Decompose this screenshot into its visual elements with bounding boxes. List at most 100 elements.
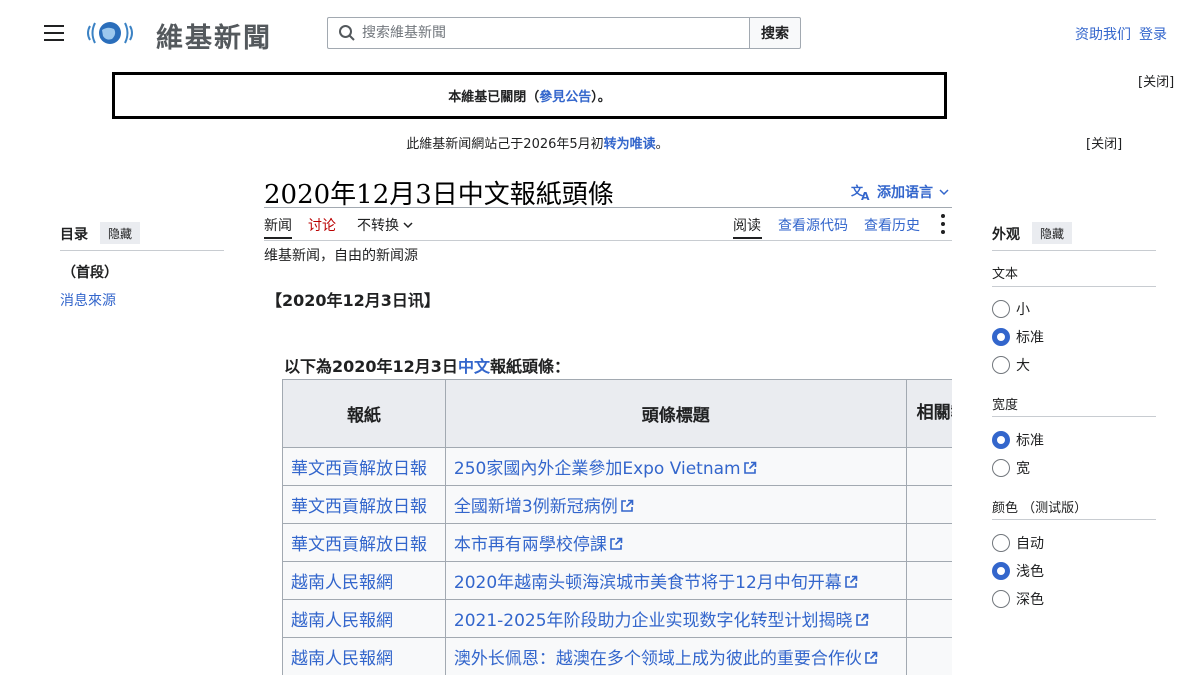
cell-related bbox=[905, 447, 952, 486]
width-radio-0[interactable]: 标准 bbox=[992, 430, 1044, 450]
external-link-icon bbox=[610, 537, 623, 550]
headline-link[interactable]: 2021-2025年阶段助力企业实现数字化转型计划揭晓 bbox=[454, 611, 869, 631]
headline-text: 2021-2025年阶段助力企业实现数字化转型计划揭晓 bbox=[453, 611, 853, 631]
tab-read[interactable]: 阅读 bbox=[733, 215, 761, 235]
appearance-heading: 外观 bbox=[992, 227, 1020, 243]
newspaper-link[interactable]: 越南人民報網 bbox=[291, 573, 393, 593]
wikinews-logo-icon[interactable] bbox=[84, 14, 136, 52]
newspaper-link[interactable]: 華文西貢解放日報 bbox=[291, 535, 427, 555]
text-size-radio-0[interactable]: 小 bbox=[992, 299, 1030, 319]
cell-related bbox=[905, 637, 952, 675]
cell-headline: 本市再有兩學校停課 bbox=[444, 523, 907, 562]
cell-headline: 澳外长佩恩：越澳在多个领域上成为彼此的重要合作伙 bbox=[444, 637, 907, 675]
cell-headline: 250家國內外企業參加Expo Vietnam bbox=[444, 447, 907, 486]
cell-newspaper: 華文西貢解放日報 bbox=[282, 447, 446, 486]
newspaper-link[interactable]: 華文西貢解放日報 bbox=[291, 459, 427, 479]
radio-circle[interactable] bbox=[992, 431, 1010, 449]
variant-dropdown[interactable]: 不转换 bbox=[357, 215, 413, 235]
toc-item-top[interactable]: （首段） bbox=[62, 262, 118, 282]
headline-text: 澳外长佩恩：越澳在多个领域上成为彼此的重要合作伙 bbox=[453, 649, 862, 669]
tab-talk[interactable]: 讨论 bbox=[308, 215, 336, 235]
donate-link[interactable]: 资助我们 bbox=[1075, 24, 1131, 44]
headline-text: 本市再有兩學校停課 bbox=[453, 535, 607, 555]
add-language-button[interactable]: 文 A 添加语言 bbox=[851, 182, 949, 202]
site-tagline: 维基新闻，自由的新闻源 bbox=[264, 248, 418, 264]
text-size-radio-1[interactable]: 标准 bbox=[992, 327, 1044, 347]
readonly-link[interactable]: 转为唯读 bbox=[604, 137, 656, 152]
radio-label: 标准 bbox=[1016, 330, 1044, 346]
headlines-table-container: 報紙 頭條標題 相關報導 華文西貢解放日報 250家國內外企業參加Expo Vie… bbox=[282, 379, 952, 675]
table-row: 越南人民報網 2021-2025年阶段助力企业实现数字化转型计划揭晓 bbox=[282, 599, 952, 638]
intro-chinese-link[interactable]: 中文 bbox=[458, 357, 490, 376]
headline-text: 全國新增3例新冠病例 bbox=[453, 497, 618, 517]
width-label: 宽度 bbox=[992, 398, 1019, 413]
main-menu-button[interactable] bbox=[40, 20, 68, 46]
search-button[interactable]: 搜索 bbox=[749, 17, 801, 49]
toc-hide-button[interactable]: 隐藏 bbox=[100, 222, 140, 244]
header-newspaper: 報紙 bbox=[282, 379, 446, 448]
search-box[interactable] bbox=[327, 17, 750, 49]
closure-dismiss-button[interactable]: [关闭] bbox=[1138, 71, 1174, 90]
closure-announcement-link[interactable]: 參見公告 bbox=[539, 86, 591, 105]
external-link-icon bbox=[620, 499, 634, 512]
cell-newspaper: 華文西貢解放日報 bbox=[282, 523, 446, 562]
newspaper-link[interactable]: 越南人民報網 bbox=[291, 649, 393, 669]
tab-view-history[interactable]: 查看历史 bbox=[864, 215, 920, 235]
closure-text-suffix: ）。 bbox=[591, 90, 611, 105]
width-divider bbox=[992, 416, 1156, 417]
site-wordmark[interactable]: 維基新聞 bbox=[156, 16, 272, 55]
radio-circle[interactable] bbox=[992, 562, 1010, 580]
headline-link[interactable]: 250家國內外企業參加Expo Vietnam bbox=[454, 459, 757, 479]
headline-link[interactable]: 本市再有兩學校停課 bbox=[454, 535, 623, 555]
toc-divider bbox=[60, 250, 224, 251]
radio-circle[interactable] bbox=[992, 459, 1010, 477]
color-radio-2[interactable]: 深色 bbox=[992, 589, 1044, 609]
appearance-hide-button[interactable]: 隐藏 bbox=[1032, 222, 1072, 244]
readonly-dismiss-button[interactable]: [关闭] bbox=[1086, 133, 1122, 152]
color-radio-1[interactable]: 浅色 bbox=[992, 561, 1044, 581]
radio-circle[interactable] bbox=[992, 534, 1010, 552]
header-headline: 頭條標題 bbox=[444, 379, 907, 448]
external-link-icon bbox=[743, 461, 756, 474]
tab-news[interactable]: 新闻 bbox=[264, 215, 292, 235]
radio-circle[interactable] bbox=[992, 356, 1010, 374]
toc-item-sources[interactable]: 消息來源 bbox=[60, 290, 116, 310]
cell-headline: 2021-2025年阶段助力企业实现数字化转型计划揭晓 bbox=[444, 599, 907, 638]
cell-newspaper: 越南人民報網 bbox=[282, 599, 446, 638]
newspaper-link[interactable]: 華文西貢解放日報 bbox=[291, 497, 427, 517]
headline-link[interactable]: 全國新增3例新冠病例 bbox=[454, 497, 634, 517]
table-row: 華文西貢解放日報 全國新增3例新冠病例 bbox=[282, 485, 952, 524]
headline-text: 2020年越南头顿海滨城市美食节将于12月中旬开幕 bbox=[453, 573, 842, 593]
search-input[interactable] bbox=[362, 19, 750, 47]
cell-newspaper: 越南人民報網 bbox=[282, 637, 446, 675]
table-row: 越南人民報網 澳外长佩恩：越澳在多个领域上成为彼此的重要合作伙 bbox=[282, 637, 952, 675]
headline-link[interactable]: 澳外长佩恩：越澳在多个领域上成为彼此的重要合作伙 bbox=[454, 649, 878, 669]
cell-related bbox=[905, 485, 952, 524]
closure-banner: 本維基已關閉（ 參見公告）。 bbox=[112, 72, 947, 119]
external-link-icon bbox=[865, 651, 878, 664]
radio-label: 宽 bbox=[1016, 461, 1030, 477]
headline-link[interactable]: 2020年越南头顿海滨城市美食节将于12月中旬开幕 bbox=[454, 573, 858, 593]
appearance-divider bbox=[992, 250, 1156, 251]
width-radio-1[interactable]: 宽 bbox=[992, 458, 1030, 478]
table-row: 華文西貢解放日報 250家國內外企業參加Expo Vietnam bbox=[282, 447, 952, 486]
radio-label: 自动 bbox=[1016, 536, 1044, 552]
radio-circle[interactable] bbox=[992, 328, 1010, 346]
intro-text: 以下為2020年12月3日中文報紙頭條： bbox=[284, 353, 570, 377]
radio-circle[interactable] bbox=[992, 590, 1010, 608]
color-radio-0[interactable]: 自动 bbox=[992, 533, 1044, 553]
tab-view-source[interactable]: 查看源代码 bbox=[778, 215, 848, 235]
more-options-icon[interactable] bbox=[937, 211, 949, 237]
text-size-divider bbox=[992, 286, 1156, 287]
text-size-radio-2[interactable]: 大 bbox=[992, 355, 1030, 375]
headlines-table: 報紙 頭條標題 相關報導 華文西貢解放日報 250家國內外企業參加Expo Vie… bbox=[282, 379, 952, 675]
login-link[interactable]: 登录 bbox=[1139, 24, 1167, 44]
newspaper-link[interactable]: 越南人民報網 bbox=[291, 611, 393, 631]
tab-read-active-indicator bbox=[733, 237, 762, 239]
intro-prefix: 以下為2020年12月3日 bbox=[284, 357, 458, 376]
add-language-label: 添加语言 bbox=[877, 185, 933, 201]
header-related: 相關報導 bbox=[905, 379, 952, 448]
radio-circle[interactable] bbox=[992, 300, 1010, 318]
page-title: 2020年12月3日中文報紙頭條 bbox=[264, 180, 614, 210]
readonly-text-suffix: 。 bbox=[655, 137, 669, 152]
